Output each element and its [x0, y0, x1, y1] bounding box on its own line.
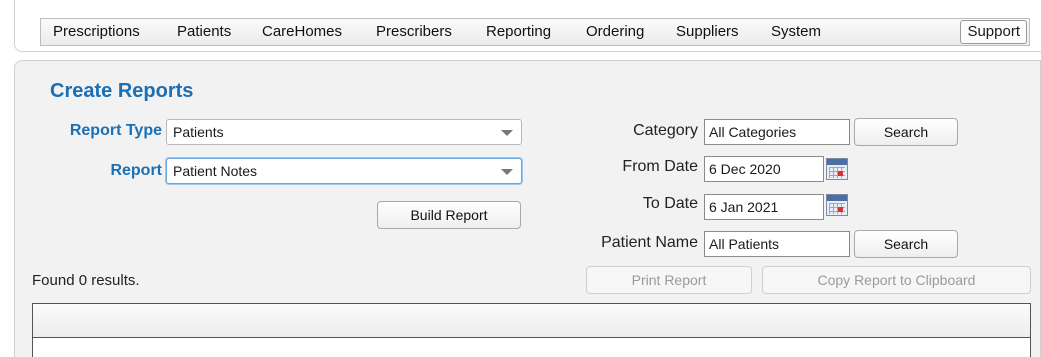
- report-type-select[interactable]: Patients: [166, 119, 522, 145]
- menu-bar: Prescriptions Patients CareHomes Prescri…: [40, 18, 1030, 46]
- to-date-field[interactable]: 6 Jan 2021: [704, 194, 824, 220]
- menu-item-system[interactable]: System: [771, 23, 821, 40]
- menu-item-carehomes[interactable]: CareHomes: [262, 23, 342, 40]
- menu-item-ordering[interactable]: Ordering: [586, 23, 644, 40]
- menu-item-prescriptions[interactable]: Prescriptions: [53, 23, 140, 40]
- menu-item-patients[interactable]: Patients: [177, 23, 231, 40]
- from-date-label: From Date: [622, 158, 698, 175]
- report-value: Patient Notes: [173, 163, 258, 179]
- menu-item-reporting[interactable]: Reporting: [486, 23, 551, 40]
- patient-name-field[interactable]: All Patients: [704, 231, 850, 257]
- patient-name-label: Patient Name: [601, 234, 698, 251]
- build-report-button[interactable]: Build Report: [377, 201, 521, 229]
- results-table-header: [33, 304, 1030, 338]
- report-label: Report: [110, 162, 162, 179]
- from-date-field[interactable]: 6 Dec 2020: [704, 156, 824, 182]
- results-count: Found 0 results.: [32, 272, 140, 289]
- support-button[interactable]: Support: [960, 20, 1027, 44]
- menu-item-prescribers[interactable]: Prescribers: [376, 23, 452, 40]
- copy-report-button[interactable]: Copy Report to Clipboard: [762, 266, 1031, 294]
- report-select[interactable]: Patient Notes: [166, 158, 522, 184]
- chevron-down-icon: [501, 130, 513, 136]
- report-type-value: Patients: [173, 124, 224, 140]
- category-field[interactable]: All Categories: [704, 119, 850, 145]
- chevron-down-icon: [501, 169, 513, 175]
- to-date-label: To Date: [642, 195, 698, 212]
- calendar-icon[interactable]: [826, 158, 848, 180]
- menu-item-suppliers[interactable]: Suppliers: [676, 23, 739, 40]
- page-title: Create Reports: [50, 80, 194, 102]
- patient-search-button[interactable]: Search: [854, 230, 958, 258]
- category-label: Category: [633, 122, 698, 139]
- calendar-icon[interactable]: [826, 194, 848, 216]
- report-type-label: Report Type: [69, 122, 162, 139]
- category-search-button[interactable]: Search: [854, 118, 958, 146]
- print-report-button[interactable]: Print Report: [586, 266, 752, 294]
- results-table: [32, 303, 1031, 357]
